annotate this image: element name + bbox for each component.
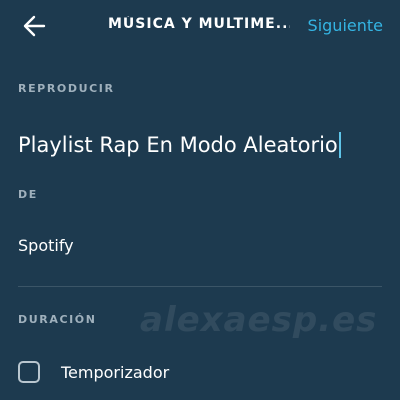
top-bar: MÚSICA Y MULTIME... Siguiente <box>0 0 400 52</box>
duration-section-label: DURACIÓN <box>18 313 97 326</box>
page-title: MÚSICA Y MULTIME... <box>108 16 290 32</box>
section-divider <box>18 286 382 287</box>
text-caret <box>338 132 341 158</box>
play-query-text: Playlist Rap En Modo Aleatorio <box>18 133 338 157</box>
play-query-input[interactable]: Playlist Rap En Modo Aleatorio <box>18 130 382 160</box>
back-button[interactable] <box>22 14 48 38</box>
source-section-label: DE <box>18 188 38 201</box>
timer-checkbox[interactable] <box>18 361 40 383</box>
source-service[interactable]: Spotify <box>18 236 74 255</box>
arrow-left-icon <box>23 15 46 37</box>
next-button[interactable]: Siguiente <box>308 16 383 35</box>
play-section-label: REPRODUCIR <box>18 82 115 95</box>
watermark: alexaesp.es <box>140 300 378 340</box>
timer-label: Temporizador <box>61 362 170 382</box>
timer-option[interactable]: Temporizador <box>18 358 169 386</box>
